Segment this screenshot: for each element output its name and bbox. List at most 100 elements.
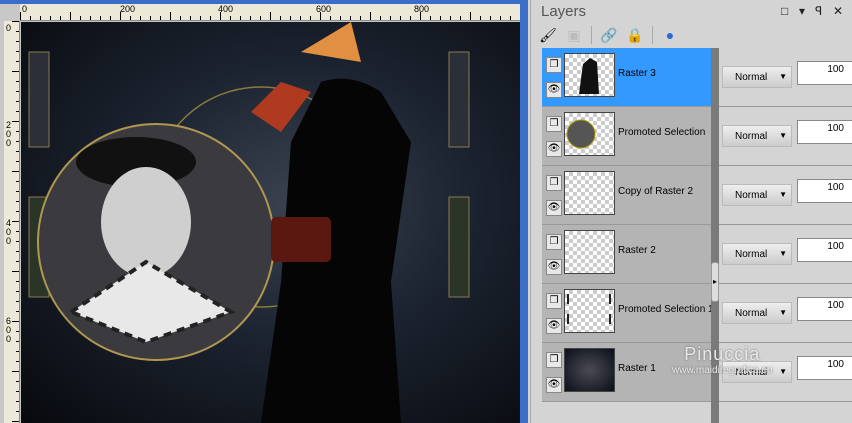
chevron-down-icon: ▼ [779, 249, 787, 258]
layer-group-icon[interactable]: ❐ [546, 352, 562, 368]
eye-icon[interactable]: 👁 [546, 141, 562, 157]
ruler-tick [120, 12, 121, 20]
link-icon[interactable]: 🔗 [600, 26, 618, 44]
ruler-label: 800 [414, 4, 430, 14]
ruler-tick [16, 31, 19, 32]
layer-row-raster-3[interactable]: ❐ 👁 Raster 3 [542, 48, 711, 107]
opacity-field[interactable]: 100 [797, 61, 852, 85]
layer-thumbnail [564, 112, 615, 156]
blend-mode-dropdown[interactable]: Normal ▼ [722, 125, 792, 147]
layer-row-copy-of-raster-2[interactable]: ❐ 👁 Copy of Raster 2 [542, 166, 711, 225]
image-canvas[interactable] [21, 22, 520, 423]
layer-group-icon[interactable]: ❐ [546, 57, 562, 73]
ruler-tick [50, 16, 51, 20]
ruler-tick [16, 381, 19, 382]
eye-icon[interactable]: 👁 [546, 259, 562, 275]
ruler-tick [16, 291, 19, 292]
ruler-tick [460, 16, 461, 20]
layer-name: Promoted Selection [618, 127, 706, 138]
new-mask-layer-icon[interactable]: ▣ [565, 26, 583, 44]
ruler-tick [12, 271, 19, 272]
ruler-tick [16, 61, 19, 62]
ruler-tick [16, 331, 19, 332]
layer-group-icon[interactable]: ❐ [546, 175, 562, 191]
layer-name: Raster 1 [618, 363, 656, 374]
chevron-down-icon: ▼ [779, 190, 787, 199]
ruler-tick [30, 16, 31, 20]
ruler-tick [470, 12, 471, 20]
ruler-tick [16, 111, 19, 112]
ruler-tick [490, 16, 491, 20]
ruler-tick [12, 221, 19, 222]
layer-thumbnail [564, 348, 615, 392]
ruler-tick [340, 16, 341, 20]
artwork [28, 22, 470, 423]
close-button[interactable]: ✕ [833, 4, 843, 18]
new-raster-layer-icon[interactable]: 🖌 [539, 26, 557, 44]
eye-icon[interactable]: 👁 [546, 377, 562, 393]
ruler-tick [130, 16, 131, 20]
ruler-tick [12, 71, 19, 72]
layer-group-icon[interactable]: ❐ [546, 116, 562, 132]
ruler-tick [310, 16, 311, 20]
ruler-tick [60, 16, 61, 20]
layer-group-icon[interactable]: ❐ [546, 234, 562, 250]
layer-name: Promoted Selection 1 [618, 304, 714, 315]
ruler-tick [100, 16, 101, 20]
ruler-tick [110, 16, 111, 20]
layer-row-promoted-selection-1[interactable]: ❐ 👁 Promoted Selection 1 [542, 284, 714, 343]
ruler-tick [12, 371, 19, 372]
layer-row-raster-1[interactable]: ❐ 👁 Raster 1 [542, 343, 711, 402]
ruler-tick [330, 16, 331, 20]
opacity-field[interactable]: 100 [797, 356, 852, 380]
eye-icon[interactable]: 👁 [546, 82, 562, 98]
layer-effects-icon[interactable]: ● [661, 26, 679, 44]
ruler-tick [16, 211, 19, 212]
splitter-handle[interactable]: ▸ [711, 262, 719, 302]
eye-icon[interactable]: 👁 [546, 318, 562, 334]
ruler-tick [16, 141, 19, 142]
layer-thumbnail [564, 230, 615, 274]
ruler-tick [140, 16, 141, 20]
ruler-tick [16, 361, 19, 362]
panel-splitter[interactable] [711, 48, 719, 423]
ruler-tick [440, 16, 441, 20]
window-frame-right [520, 0, 528, 423]
ruler-label: 600 [316, 4, 332, 14]
ruler-tick [500, 16, 501, 20]
blend-mode-dropdown[interactable]: Normal ▼ [722, 361, 792, 383]
blend-mode-dropdown[interactable]: Normal ▼ [722, 184, 792, 206]
layer-list: ❐ 👁 Raster 3 ❐ 👁 Promoted Selection ❐ 👁 … [542, 48, 714, 402]
layer-row-raster-2[interactable]: ❐ 👁 Raster 2 [542, 225, 711, 284]
ruler-tick [16, 91, 19, 92]
ruler-tick [370, 12, 371, 20]
eye-icon[interactable]: 👁 [546, 200, 562, 216]
opacity-field[interactable]: 100 [797, 238, 852, 262]
ruler-tick [16, 201, 19, 202]
ruler-tick [320, 12, 321, 20]
blend-mode-value: Normal [735, 367, 768, 378]
opacity-field[interactable]: 100 [797, 120, 852, 144]
blend-mode-dropdown[interactable]: Normal ▼ [722, 302, 792, 324]
panel-menu-button[interactable]: ▾ [799, 4, 805, 18]
ruler-tick [16, 81, 19, 82]
separator [652, 26, 653, 44]
opacity-field[interactable]: 100 [797, 297, 852, 321]
ruler-tick [250, 16, 251, 20]
ruler-tick [16, 101, 19, 102]
blend-mode-dropdown[interactable]: Normal ▼ [722, 243, 792, 265]
blend-mode-dropdown[interactable]: Normal ▼ [722, 66, 792, 88]
ruler-tick [16, 251, 19, 252]
ruler-tick [16, 391, 19, 392]
ruler-tick [12, 121, 19, 122]
ruler-tick [510, 16, 511, 20]
pin-button[interactable]: ꟼ [815, 4, 822, 18]
lock-icon[interactable]: 🔒 [626, 26, 644, 44]
layer-group-icon[interactable]: ❐ [546, 293, 562, 309]
separator [591, 26, 592, 44]
ruler-tick [240, 16, 241, 20]
layer-row-promoted-selection[interactable]: ❐ 👁 Promoted Selection [542, 107, 711, 166]
opacity-field[interactable]: 100 [797, 179, 852, 203]
restore-button[interactable]: □ [781, 4, 788, 18]
ruler-tick [400, 16, 401, 20]
